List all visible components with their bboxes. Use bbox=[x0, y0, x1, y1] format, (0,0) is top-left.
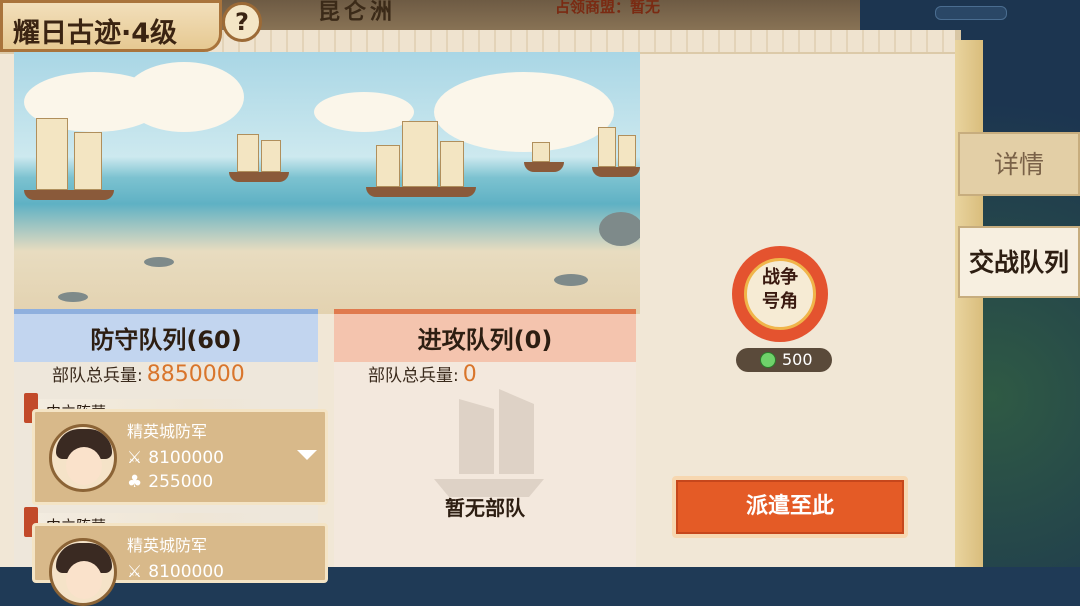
defense-total-value: 8850000 bbox=[146, 362, 245, 387]
troop-name: 精英城防军 bbox=[127, 536, 208, 555]
ruin-title-badge: 耀日古迹·4级 bbox=[0, 0, 222, 52]
war-horn-cost: 500 bbox=[736, 348, 832, 372]
tab-battle-queue-label: 交战队列 bbox=[968, 248, 1069, 277]
soldiers-icon: ♣ bbox=[127, 472, 143, 492]
troop-count-stat: ♣ 255000 bbox=[127, 472, 213, 492]
war-horn-label-line2: 号角 bbox=[762, 291, 798, 312]
chevron-down-icon[interactable] bbox=[297, 450, 317, 460]
war-horn-button[interactable]: 战争 号角 bbox=[720, 244, 840, 348]
ruin-scene-illustration bbox=[14, 52, 640, 314]
war-horn-label: 战争 号角 bbox=[744, 266, 816, 314]
jade-coin-icon bbox=[760, 352, 776, 368]
ship-watermark-icon bbox=[434, 389, 544, 497]
question-icon: ? bbox=[235, 8, 249, 36]
panel-scroll-edge bbox=[955, 40, 983, 567]
attack-queue-panel: 进攻队列(0) 部队总兵量: 0 暂无部队 bbox=[334, 309, 636, 567]
commander-avatar bbox=[49, 538, 117, 606]
commander-avatar bbox=[49, 424, 117, 492]
tab-details-label: 详情 bbox=[993, 150, 1044, 179]
crossed-swords-icon: ⚔ bbox=[127, 448, 143, 468]
defense-queue-panel: 防守队列(60) 部队总兵量:8850000 中立阵营 精英城防军 ⚔81000… bbox=[14, 309, 328, 606]
troop-count-value: 255000 bbox=[148, 472, 214, 492]
defense-total-row: 部队总兵量: 8850000 bbox=[52, 361, 245, 387]
troop-name: 精英城防军 bbox=[127, 422, 208, 441]
war-horn-cost-value: 500 bbox=[782, 350, 813, 369]
crossed-swords-icon: ⚔ bbox=[127, 562, 143, 582]
help-button[interactable]: ? bbox=[222, 2, 262, 42]
troop-attack-value: 8100000 bbox=[148, 448, 224, 468]
defense-queue-heading: 防守队列(60) bbox=[14, 309, 318, 362]
send-here-button[interactable]: 派遣至此 bbox=[672, 476, 908, 538]
attack-queue-heading: 进攻队列(0) bbox=[334, 309, 636, 362]
occupant-status: 占领商盟：暂无 bbox=[555, 0, 661, 16]
send-here-label: 派遣至此 bbox=[745, 494, 834, 519]
troop-attack-value: 8100000 bbox=[148, 562, 224, 582]
troop-attack-stat: ⚔ 8100000 bbox=[127, 562, 224, 582]
defense-troop-card[interactable]: 精英城防军 ⚔ 8100000 ♣ 255000 bbox=[32, 409, 328, 505]
war-horn-label-line1: 战争 bbox=[762, 267, 798, 288]
troop-attack-stat: ⚔ 8100000 bbox=[127, 448, 224, 468]
defense-total-label: 部队总兵量: bbox=[52, 366, 143, 386]
tab-details[interactable]: 详情 bbox=[958, 132, 1080, 196]
map-marker-tag bbox=[935, 6, 1007, 20]
empty-queue-text: 暂无部队 bbox=[445, 496, 525, 520]
tab-battle-queue[interactable]: 交战队列 bbox=[958, 226, 1080, 298]
location-name: 昆仑洲 bbox=[318, 0, 397, 25]
ruin-title: 耀日古迹·4级 bbox=[13, 18, 178, 49]
defense-troop-card[interactable]: 精英城防军 ⚔ 8100000 bbox=[32, 523, 328, 606]
